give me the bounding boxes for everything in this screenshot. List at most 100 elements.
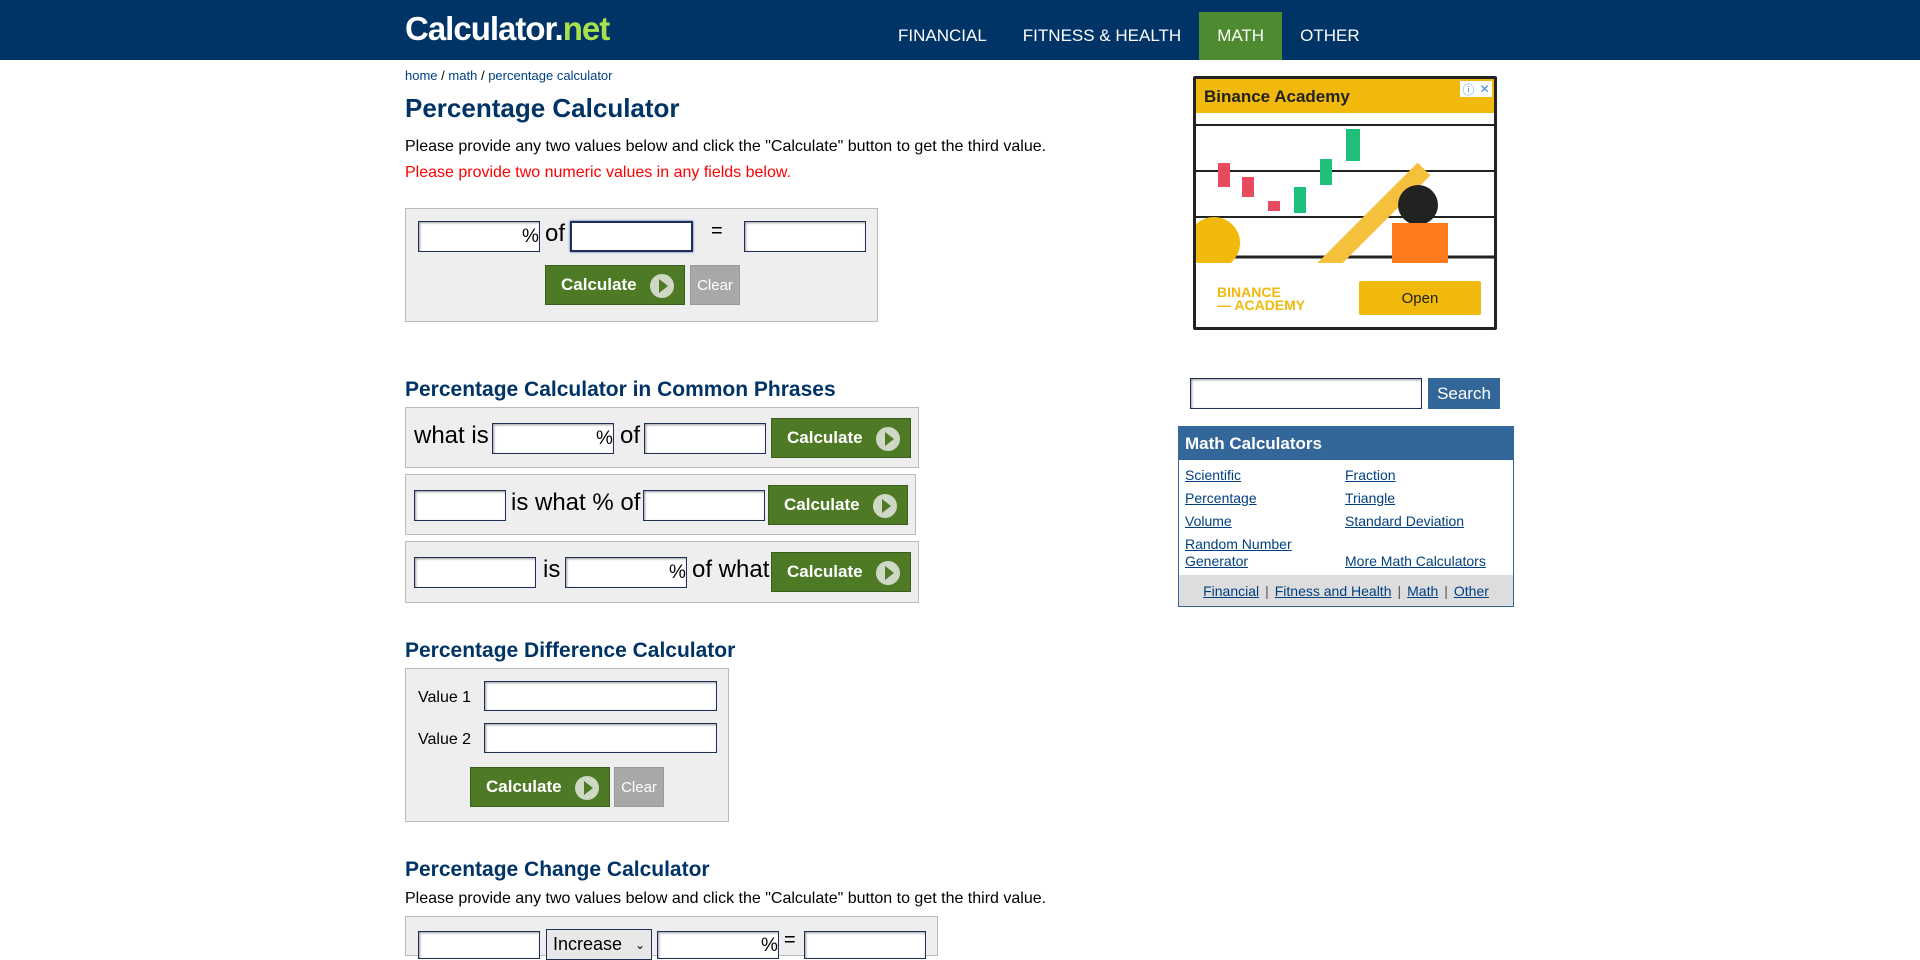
ad-close-icon[interactable]: ✕ bbox=[1479, 82, 1489, 96]
is-what-value-input[interactable] bbox=[414, 490, 506, 521]
ad-illustration bbox=[1196, 124, 1494, 263]
difference-title: Percentage Difference Calculator bbox=[405, 639, 736, 662]
breadcrumb-sep: / bbox=[441, 68, 445, 83]
percent-sign: % bbox=[522, 226, 539, 247]
footer-sep: | bbox=[1265, 582, 1269, 599]
arrow-right-icon bbox=[650, 274, 674, 298]
change-title: Percentage Change Calculator bbox=[405, 858, 710, 881]
link-volume[interactable]: Volume bbox=[1185, 513, 1232, 530]
change-result-input[interactable] bbox=[804, 931, 926, 959]
value1-input[interactable] bbox=[484, 681, 717, 711]
percent-sign: % bbox=[596, 428, 613, 449]
breadcrumb-math[interactable]: math bbox=[448, 68, 477, 83]
math-calculators-box: Math Calculators Scientific Fraction Per… bbox=[1178, 426, 1514, 607]
what-is-label: what is bbox=[414, 422, 489, 449]
math-calculators-title: Math Calculators bbox=[1179, 427, 1513, 460]
page-intro: Please provide any two values below and … bbox=[405, 138, 1047, 155]
change-direction-select[interactable]: Increase ⌄ bbox=[546, 929, 652, 960]
link-scientific[interactable]: Scientific bbox=[1185, 467, 1241, 484]
value1-label: Value 1 bbox=[418, 689, 472, 706]
calculate-label: Calculate bbox=[561, 275, 637, 294]
logo-net-text: net bbox=[562, 10, 610, 47]
link-percentage[interactable]: Percentage bbox=[1185, 490, 1257, 507]
top-header: Calculator.net FINANCIAL FITNESS & HEALT… bbox=[0, 0, 1920, 60]
calculate-button[interactable]: Calculate bbox=[771, 418, 911, 458]
page-title: Percentage Calculator bbox=[405, 93, 680, 123]
value2-input[interactable] bbox=[484, 723, 717, 753]
ad-footer: BINANCE — ACADEMY Open bbox=[1199, 272, 1491, 324]
arrow-right-icon bbox=[575, 776, 599, 800]
calculate-label: Calculate bbox=[787, 428, 863, 447]
nav-other[interactable]: OTHER bbox=[1282, 12, 1378, 60]
link-fraction[interactable]: Fraction bbox=[1345, 467, 1396, 484]
clear-button[interactable]: Clear bbox=[614, 767, 664, 807]
footer-sep: | bbox=[1397, 582, 1402, 599]
change-direction-value: Increase bbox=[553, 934, 623, 954]
percent-sign: % bbox=[761, 935, 778, 956]
footer-link-math[interactable]: Math bbox=[1407, 583, 1438, 599]
footer-link-fitness[interactable]: Fitness and Health bbox=[1275, 583, 1392, 599]
link-random-number-generator[interactable]: Random Number Generator bbox=[1185, 536, 1305, 570]
phrases-title: Percentage Calculator in Common Phrases bbox=[405, 378, 836, 401]
ad-info-icon[interactable]: ⓘ bbox=[1462, 81, 1474, 98]
is-label: is bbox=[543, 556, 561, 583]
nav-financial[interactable]: FINANCIAL bbox=[880, 12, 1005, 60]
of-what-label: of what bbox=[692, 556, 770, 583]
is-what-of-input[interactable] bbox=[643, 490, 765, 521]
main-nav: FINANCIAL FITNESS & HEALTH MATH OTHER bbox=[880, 12, 1378, 60]
is-what-label: is what % of bbox=[511, 489, 641, 516]
percent-sign: % bbox=[669, 562, 686, 583]
change-start-input[interactable] bbox=[418, 931, 540, 959]
difference-panel: Value 1 Value 2 Calculate Clear bbox=[405, 668, 729, 822]
calculate-button[interactable]: Calculate bbox=[470, 767, 610, 807]
chevron-down-icon: ⌄ bbox=[634, 937, 645, 952]
footer-link-financial[interactable]: Financial bbox=[1203, 583, 1259, 599]
clear-button[interactable]: Clear bbox=[690, 265, 740, 305]
breadcrumb-current[interactable]: percentage calculator bbox=[488, 68, 612, 83]
calculate-label: Calculate bbox=[787, 562, 863, 581]
search-button[interactable]: Search bbox=[1428, 378, 1500, 409]
ad-controls[interactable]: ⓘ ✕ bbox=[1460, 81, 1492, 97]
what-is-of-input[interactable] bbox=[644, 423, 766, 454]
nav-fitness-health[interactable]: FITNESS & HEALTH bbox=[1005, 12, 1199, 60]
link-more-math-calculators[interactable]: More Math Calculators bbox=[1345, 553, 1486, 570]
math-calculators-footer: Financial | Fitness and Health | Math | … bbox=[1179, 575, 1513, 606]
binance-ad[interactable]: Binance Academy ⓘ ✕ BINANCE — ACADEMY Ope… bbox=[1193, 76, 1497, 330]
calculate-label: Calculate bbox=[784, 495, 860, 514]
link-triangle[interactable]: Triangle bbox=[1345, 490, 1395, 507]
calculate-button[interactable]: Calculate bbox=[768, 485, 908, 525]
calculate-label: Calculate bbox=[486, 777, 562, 796]
ad-open-button[interactable]: Open bbox=[1359, 281, 1481, 315]
search-input[interactable] bbox=[1190, 378, 1422, 409]
arrow-right-icon bbox=[873, 494, 897, 518]
breadcrumb-home[interactable]: home bbox=[405, 68, 438, 83]
base-value-input[interactable] bbox=[570, 221, 693, 252]
equals-label: = bbox=[711, 220, 723, 242]
site-logo[interactable]: Calculator.net bbox=[405, 10, 610, 48]
result-input[interactable] bbox=[744, 221, 866, 252]
arrow-right-icon bbox=[876, 427, 900, 451]
link-standard-deviation[interactable]: Standard Deviation bbox=[1345, 513, 1464, 530]
logo-main-text: Calculator. bbox=[405, 10, 564, 47]
phrase-row-is-what: is what % of Calculate bbox=[405, 474, 916, 535]
phrase-row-of-what: is % of what Calculate bbox=[405, 541, 919, 603]
phrase-row-what-is: what is % of Calculate bbox=[405, 407, 919, 468]
footer-link-other[interactable]: Other bbox=[1454, 583, 1489, 599]
of-what-value-input[interactable] bbox=[414, 557, 536, 588]
binance-logo: BINANCE — ACADEMY bbox=[1217, 284, 1306, 313]
change-intro: Please provide any two values below and … bbox=[405, 890, 1047, 907]
arrow-right-icon bbox=[876, 561, 900, 585]
value2-label: Value 2 bbox=[418, 731, 472, 748]
breadcrumb-sep: / bbox=[480, 68, 485, 83]
nav-math[interactable]: MATH bbox=[1199, 12, 1283, 60]
breadcrumb: home / math / percentage calculator bbox=[405, 68, 613, 83]
error-message: Please provide two numeric values in any… bbox=[405, 164, 791, 181]
of-label: of bbox=[545, 220, 566, 247]
calculate-button[interactable]: Calculate bbox=[771, 552, 911, 592]
change-panel: Increase ⌄ % = bbox=[405, 916, 938, 960]
footer-sep: | bbox=[1444, 582, 1448, 599]
percentage-calc-panel: % of = Calculate Clear bbox=[405, 208, 878, 322]
calculate-button[interactable]: Calculate bbox=[545, 265, 685, 305]
ad-header: Binance Academy bbox=[1196, 79, 1494, 113]
of-label: of bbox=[620, 422, 641, 449]
